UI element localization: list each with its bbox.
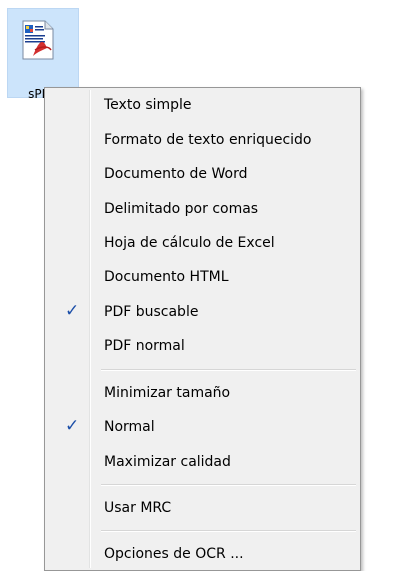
menu-separator	[101, 369, 356, 371]
menu-item-documento-html[interactable]: Documento HTML	[47, 263, 358, 291]
menu-item-hoja-calculo-excel[interactable]: Hoja de cálculo de Excel	[47, 229, 358, 257]
menu-item-normal[interactable]: ✓ Normal	[47, 413, 358, 441]
menu-item-usar-mrc[interactable]: Usar MRC	[47, 494, 358, 522]
checkmark-icon: ✓	[65, 301, 80, 321]
menu-item-minimizar-tamano[interactable]: Minimizar tamaño	[47, 379, 358, 407]
menu-item-delimitado-comas[interactable]: Delimitado por comas	[47, 195, 358, 223]
menu-item-maximizar-calidad[interactable]: Maximizar calidad	[47, 448, 358, 476]
checkmark-icon: ✓	[65, 416, 80, 436]
menu-separator	[101, 530, 356, 532]
menu-item-documento-word[interactable]: Documento de Word	[47, 160, 358, 188]
menu-item-pdf-normal[interactable]: PDF normal	[47, 332, 358, 360]
context-menu: Texto simple Formato de texto enriquecid…	[44, 87, 361, 571]
menu-item-texto-simple[interactable]: Texto simple	[47, 91, 358, 119]
menu-separator	[101, 484, 356, 486]
menu-item-formato-texto-enriquecido[interactable]: Formato de texto enriquecido	[47, 126, 358, 154]
menu-item-opciones-ocr[interactable]: Opciones de OCR ...	[47, 540, 358, 568]
menu-item-pdf-buscable[interactable]: ✓ PDF buscable	[47, 298, 358, 326]
spdf-desktop-icon[interactable]: sPDF	[7, 8, 79, 101]
pdf-file-icon	[22, 20, 54, 60]
